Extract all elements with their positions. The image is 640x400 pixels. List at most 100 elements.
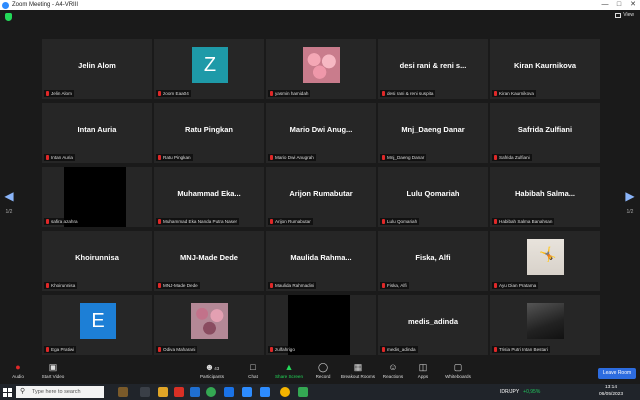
taskbar-clock[interactable]: 13:14 06/05/2023 — [596, 385, 626, 398]
mic-muted-icon — [46, 283, 49, 288]
participant-name-label: Kiran Kaurnikova — [492, 90, 536, 97]
participant-name-text: Odiva Maharani — [163, 347, 196, 352]
view-button[interactable]: View — [615, 12, 634, 18]
participant-tile[interactable]: Safrida Zulfiani Safrida Zulfiani — [490, 103, 600, 163]
participant-name-label: yasmin hamidah — [268, 90, 311, 97]
participant-tile[interactable]: E Ega Pratiwi — [42, 295, 152, 355]
participant-tile[interactable]: Mnj_Daeng Danar Mnj_Daeng Danar — [378, 103, 488, 163]
participant-tile[interactable]: Muhammad Eka... Muhammad Eka Nanda Putra … — [154, 167, 264, 227]
participant-display-name: Safrida Zulfiani — [517, 125, 573, 134]
participant-name-label: zulfahrigo — [268, 346, 297, 353]
mic-muted-icon — [382, 219, 385, 224]
chrome-icon[interactable] — [206, 387, 216, 397]
participant-name-text: Mario Dwi Anugrah — [275, 155, 314, 160]
chat-label: Chat — [248, 374, 258, 379]
participant-name-label: Khoirunnisa — [44, 282, 78, 289]
share-screen-icon: ▲ — [284, 362, 294, 372]
participant-name-text: Mnj_Daeng Danar — [387, 155, 425, 160]
participant-tile[interactable]: medis_adinda medis_adinda — [378, 295, 488, 355]
mic-muted-icon — [494, 155, 497, 160]
participant-tile[interactable]: zulfahrigo — [266, 295, 376, 355]
participant-name-label: Mario Dwi Anugrah — [268, 154, 316, 161]
participant-name-label: Ega Pratiwi — [44, 346, 77, 353]
chrome-profile-icon[interactable] — [280, 387, 290, 397]
participant-tile[interactable]: Fiska, Alfi Fiska, Alfi — [378, 231, 488, 291]
taskbar-search-input[interactable]: ⚲ Type here to search — [16, 386, 104, 398]
participant-display-name: Intan Auria — [77, 125, 117, 134]
excel-app-icon[interactable] — [298, 387, 308, 397]
reactions-button[interactable]: ☺ Reactions — [380, 363, 406, 383]
file-explorer-icon[interactable] — [158, 387, 168, 397]
participant-tile[interactable]: Ratu Pingkan Ratu Pingkan — [154, 103, 264, 163]
taskbar-plant-app-icon[interactable] — [118, 387, 128, 397]
next-page-button[interactable]: ▶ 1/2 — [624, 189, 636, 215]
mic-muted-icon — [46, 347, 49, 352]
close-button[interactable]: ✕ — [626, 0, 640, 10]
participant-tile[interactable]: desi rani & reni s... desi rani & reni su… — [378, 39, 488, 99]
participant-name-label: desi rani & reni suspita — [380, 90, 436, 97]
participant-name-label: Fiska, Alfi — [380, 282, 409, 289]
leave-room-button[interactable]: Leave Room — [598, 368, 636, 379]
mic-muted-icon — [270, 91, 273, 96]
participant-tile[interactable]: Kiran Kaurnikova Kiran Kaurnikova — [490, 39, 600, 99]
participant-tile[interactable]: Mario Dwi Anug... Mario Dwi Anugrah — [266, 103, 376, 163]
participant-name-label: medis_adinda — [380, 346, 418, 353]
participants-button[interactable]: ☻43 Participants — [196, 363, 228, 383]
start-video-button[interactable]: ▣ Start Video — [40, 363, 66, 383]
participant-name-text: Khoirunnisa — [51, 283, 76, 288]
participant-tile[interactable]: Intan Auria Intan Auria — [42, 103, 152, 163]
minimize-button[interactable]: — — [598, 0, 612, 10]
participant-name-text: Intan Auria — [51, 155, 73, 160]
participant-name-text: Maulida Rahmadini — [275, 283, 315, 288]
audio-button[interactable]: ● Audio — [8, 363, 28, 383]
word-app-icon[interactable] — [190, 387, 200, 397]
record-button[interactable]: ◯ Record — [312, 363, 334, 383]
participant-name-label: Safrida Zulfiani — [492, 154, 532, 161]
zoom-taskbar-icon[interactable] — [242, 387, 252, 397]
participant-tile[interactable]: MNJ-Made Dede MNJ-Made Dede — [154, 231, 264, 291]
mic-muted-icon — [494, 347, 497, 352]
participant-tile[interactable]: Arijon Rumabutar Arijon Rumabutar — [266, 167, 376, 227]
currency-pair[interactable]: IDR/JPY — [500, 386, 519, 398]
participant-name-label: Odiva Maharani — [156, 346, 198, 353]
participant-name-text: zoom Eaa04 — [163, 91, 189, 96]
participant-tile[interactable]: Maulida Rahma... Maulida Rahmadini — [266, 231, 376, 291]
apps-icon: ◫ — [418, 362, 428, 372]
participant-tile[interactable]: Zzoom Eaa04 — [154, 39, 264, 99]
participant-name-label: zoom Eaa04 — [156, 90, 191, 97]
participant-tile[interactable]: Trisia Putri Intan Bestari — [490, 295, 600, 355]
breakout-rooms-button[interactable]: ▦ Breakout Rooms — [340, 363, 376, 383]
chat-button[interactable]: □ Chat — [244, 363, 262, 383]
participant-name-text: medis_adinda — [387, 347, 416, 352]
participant-tile[interactable]: yasmin hamidah — [266, 39, 376, 99]
security-shield-icon[interactable] — [5, 13, 12, 21]
participant-tile[interactable]: Odiva Maharani — [154, 295, 264, 355]
participant-tile[interactable]: Jelin Alom Jelin Alom — [42, 39, 152, 99]
share-screen-button[interactable]: ▲ Share Screen — [274, 363, 304, 383]
whiteboard-icon: ▢ — [453, 362, 463, 372]
task-view-icon[interactable] — [140, 387, 150, 397]
prev-page-button[interactable]: ◀ 1/2 — [3, 190, 15, 215]
mic-muted-icon — [382, 91, 385, 96]
participant-tile[interactable]: Habibah Salma... Habibah Salma Banahsan — [490, 167, 600, 227]
whiteboards-button[interactable]: ▢ Whiteboards — [442, 363, 474, 383]
participant-tile[interactable]: safira azahra — [42, 167, 152, 227]
participant-tile[interactable]: Khoirunnisa Khoirunnisa — [42, 231, 152, 291]
participant-display-name: Jelin Alom — [78, 61, 116, 70]
office-app-icon[interactable] — [174, 387, 184, 397]
apps-button[interactable]: ◫ Apps — [414, 363, 432, 383]
zoom-meeting-taskbar-icon[interactable] — [260, 387, 270, 397]
participant-name-label: Lulu Qomariah — [380, 218, 420, 225]
edge-icon[interactable] — [224, 387, 234, 397]
maximize-button[interactable]: □ — [612, 0, 626, 10]
participant-name-label: Muhammad Eka Nanda Putra Naser — [156, 218, 240, 225]
participant-name-text: Habibah Salma Banahsan — [499, 219, 553, 224]
participant-tile[interactable]: 🤸 Ayu Dian Pratama — [490, 231, 600, 291]
participant-tile[interactable]: Lulu Qomariah Lulu Qomariah — [378, 167, 488, 227]
dancer-figure-icon: 🤸 — [539, 246, 557, 262]
mic-muted-icon — [382, 283, 385, 288]
breakout-rooms-label: Breakout Rooms — [340, 374, 376, 379]
chevron-right-icon: ▶ — [625, 189, 635, 203]
windows-start-button[interactable] — [3, 388, 12, 397]
breakout-rooms-icon: ▦ — [353, 362, 363, 372]
